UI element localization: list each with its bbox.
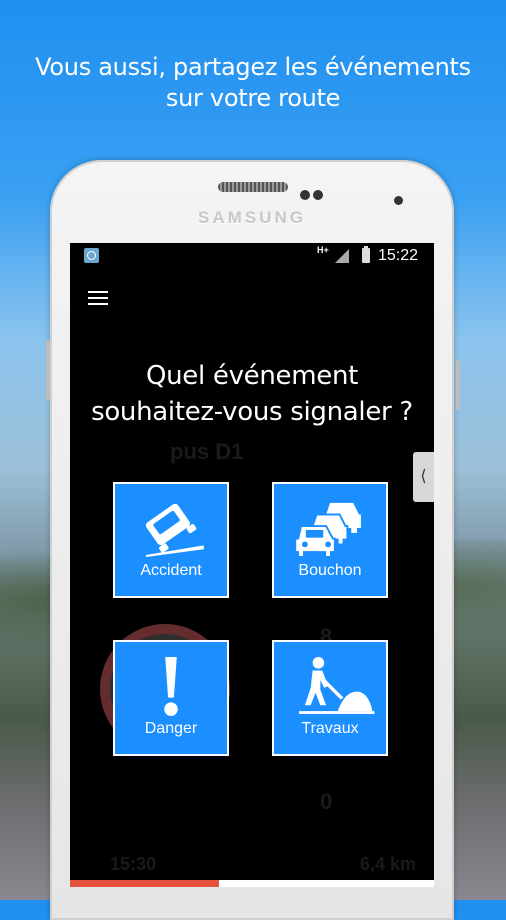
front-camera-icon [394, 196, 403, 205]
status-bar: H+ 15:22 [70, 243, 434, 269]
progress-bar [70, 880, 434, 887]
accident-label: Accident [140, 562, 202, 579]
network-type: H+ [317, 245, 329, 255]
promo-headline: Vous aussi, partagez les événements sur … [0, 52, 506, 114]
battery-icon [362, 246, 370, 263]
roadworks-icon [299, 657, 375, 714]
signal-strength-icon [335, 249, 349, 263]
promo-line-1: Vous aussi, partagez les événements [35, 53, 471, 81]
side-drawer-tab[interactable]: ⟨ [413, 452, 434, 502]
accident-icon [145, 503, 204, 557]
traffic-jam-button[interactable]: Bouchon [272, 482, 388, 598]
sensor-dot-icon [313, 190, 323, 200]
danger-label: Danger [144, 720, 198, 737]
phone-brand: SAMSUNG [198, 208, 306, 227]
progress-bar-fill [70, 880, 220, 887]
status-time: 15:22 [378, 247, 419, 264]
sensor-dot-icon [300, 190, 310, 200]
report-prompt-line-1: Quel événement [145, 361, 359, 391]
volume-button [46, 340, 50, 400]
phone-speaker [218, 182, 288, 192]
danger-icon [164, 657, 178, 716]
app-notification-icon [84, 248, 99, 263]
app-screen: pus D1 90 8 0 15:30 6,4 km H+ 15:22 Quel… [70, 243, 434, 887]
power-button [456, 360, 460, 410]
report-prompt-line-2: souhaitez-vous signaler ? [91, 397, 413, 427]
report-prompt: Quel événement souhaitez-vous signaler ? [70, 358, 434, 430]
traffic-jam-icon [294, 502, 361, 558]
promo-line-2: sur votre route [165, 84, 341, 112]
danger-button[interactable]: Danger [113, 640, 229, 756]
roadworks-button[interactable]: Travaux [272, 640, 388, 756]
accident-button[interactable]: Accident [113, 482, 229, 598]
hamburger-menu-icon[interactable] [88, 291, 108, 305]
traffic-jam-label: Bouchon [298, 562, 362, 579]
roadworks-label: Travaux [301, 720, 359, 737]
